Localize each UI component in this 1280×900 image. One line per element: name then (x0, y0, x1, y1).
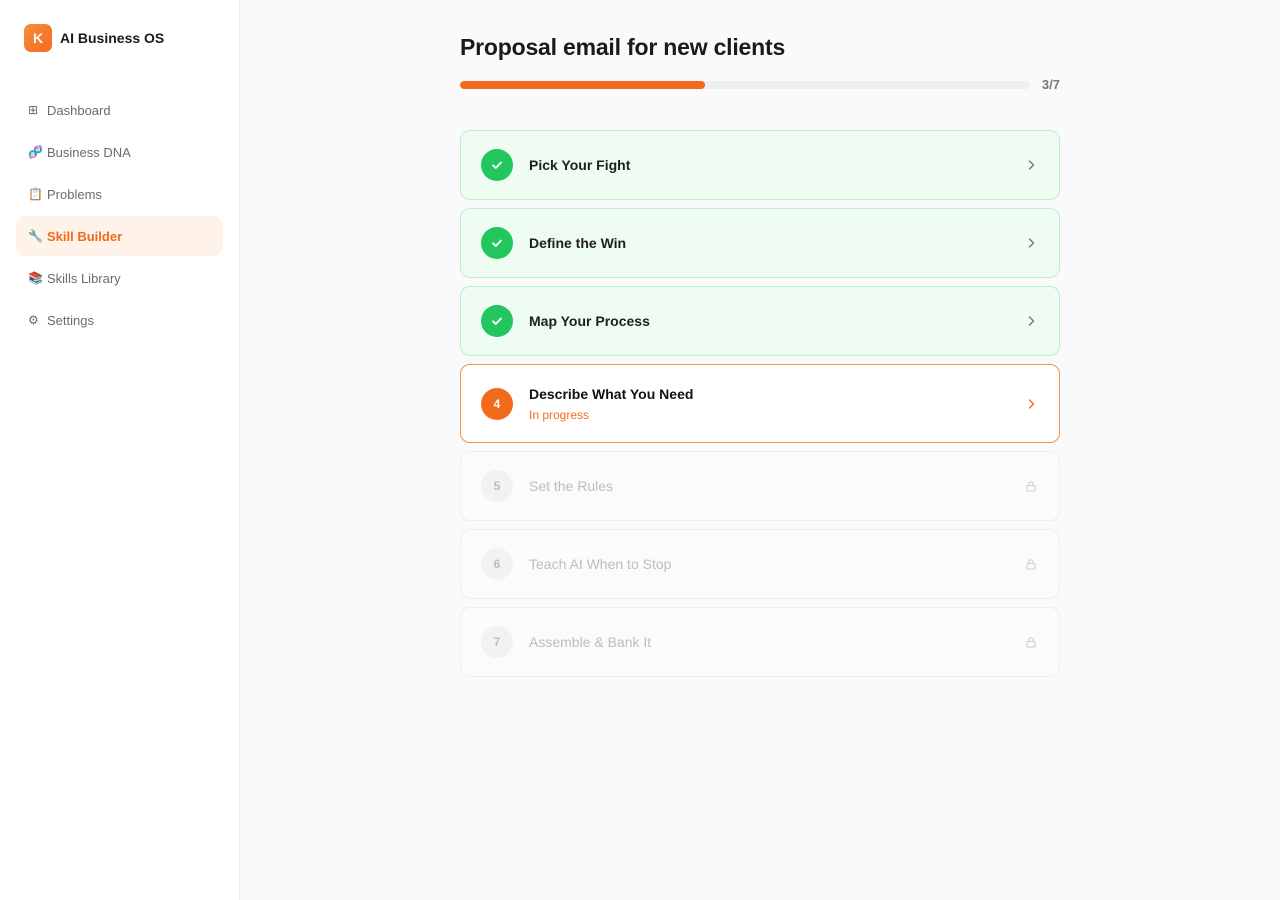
sidebar-nav: ⊞ Dashboard 🧬 Business DNA 📋 Problems 🔧 Skill B… (16, 90, 223, 340)
step-title: Map Your Process (529, 313, 650, 329)
step-text: Describe What You Need In progress (529, 386, 1023, 422)
main-content: Proposal email for new clients 3/7 Pick … (240, 0, 1280, 900)
check-icon (481, 227, 513, 259)
step-title: Set the Rules (529, 478, 614, 494)
sidebar-item-label: Business DNA (47, 144, 131, 160)
step-text: Map Your Process (529, 313, 1023, 329)
wrench-icon: 🔧 (28, 229, 43, 243)
step-map-your-process[interactable]: Map Your Process (460, 286, 1060, 356)
chevron-right-icon[interactable] (1023, 157, 1039, 173)
chevron-right-icon[interactable] (1023, 313, 1039, 329)
progress-track (460, 80, 1030, 89)
step-title: Assemble & Bank It (529, 634, 652, 650)
step-status: In progress (529, 407, 590, 422)
sidebar-item-skill-builder[interactable]: 🔧 Skill Builder (16, 216, 223, 256)
step-assemble-and-bank-it: 7 Assemble & Bank It (460, 607, 1060, 677)
progress-row: 3/7 (460, 77, 1060, 92)
chevron-right-icon[interactable] (1023, 235, 1039, 251)
dna-icon: 🧬 (28, 145, 43, 159)
check-icon (481, 149, 513, 181)
lock-icon (1023, 634, 1039, 650)
steps-list: Pick Your Fight Define the Win Map Your Pr… (460, 130, 1060, 677)
step-title: Describe What You Need (529, 385, 694, 402)
step-text: Teach AI When to Stop (529, 556, 1023, 572)
sidebar-item-problems[interactable]: 📋 Problems (16, 174, 223, 214)
step-teach-ai-when-to-stop: 6 Teach AI When to Stop (460, 529, 1060, 599)
grid-icon: ⊞ (28, 103, 39, 117)
step-number-badge: 5 (481, 470, 513, 502)
sidebar-item-skills-library[interactable]: 📚 Skills Library (16, 258, 223, 298)
clipboard-icon: 📋 (28, 187, 43, 201)
step-title: Teach AI When to Stop (529, 556, 672, 572)
brand-logo: K (24, 24, 52, 52)
step-number-badge: 4 (481, 387, 513, 420)
brand-name: AI Business OS (60, 30, 165, 46)
step-describe-what-you-need[interactable]: 4 Describe What You Need In progress (460, 364, 1060, 443)
chevron-right-icon[interactable] (1023, 396, 1039, 412)
step-pick-your-fight[interactable]: Pick Your Fight (460, 130, 1060, 200)
sidebar-item-label: Problems (47, 186, 102, 202)
check-icon (481, 305, 513, 337)
brand[interactable]: K AI Business OS (16, 24, 223, 52)
sidebar-item-label: Skills Library (47, 270, 121, 286)
progress-fill (460, 80, 706, 89)
sidebar-item-business-dna[interactable]: 🧬 Business DNA (16, 132, 223, 172)
lock-icon (1023, 556, 1039, 572)
progress-count: 3/7 (1041, 77, 1060, 92)
step-title: Define the Win (529, 235, 627, 251)
sidebar-item-settings[interactable]: ⚙ Settings (16, 300, 223, 340)
sidebar-item-label: Dashboard (47, 102, 111, 118)
step-text: Define the Win (529, 235, 1023, 251)
step-number-badge: 7 (481, 626, 513, 658)
skill-builder-panel: Proposal email for new clients 3/7 Pick … (460, 34, 1060, 685)
gear-icon: ⚙ (28, 313, 39, 327)
step-text: Assemble & Bank It (529, 634, 1023, 650)
sidebar-item-dashboard[interactable]: ⊞ Dashboard (16, 90, 223, 130)
step-title: Pick Your Fight (529, 157, 631, 173)
books-icon: 📚 (28, 271, 43, 285)
step-number-badge: 6 (481, 548, 513, 580)
sidebar-item-label: Settings (47, 312, 94, 328)
sidebar: K AI Business OS ⊞ Dashboard 🧬 Business DNA… (0, 0, 240, 900)
step-text: Set the Rules (529, 478, 1023, 494)
step-text: Pick Your Fight (529, 157, 1023, 173)
lock-icon (1023, 478, 1039, 494)
step-set-the-rules: 5 Set the Rules (460, 451, 1060, 521)
page-title: Proposal email for new clients (460, 34, 786, 60)
sidebar-item-label: Skill Builder (47, 228, 123, 244)
step-define-the-win[interactable]: Define the Win (460, 208, 1060, 278)
